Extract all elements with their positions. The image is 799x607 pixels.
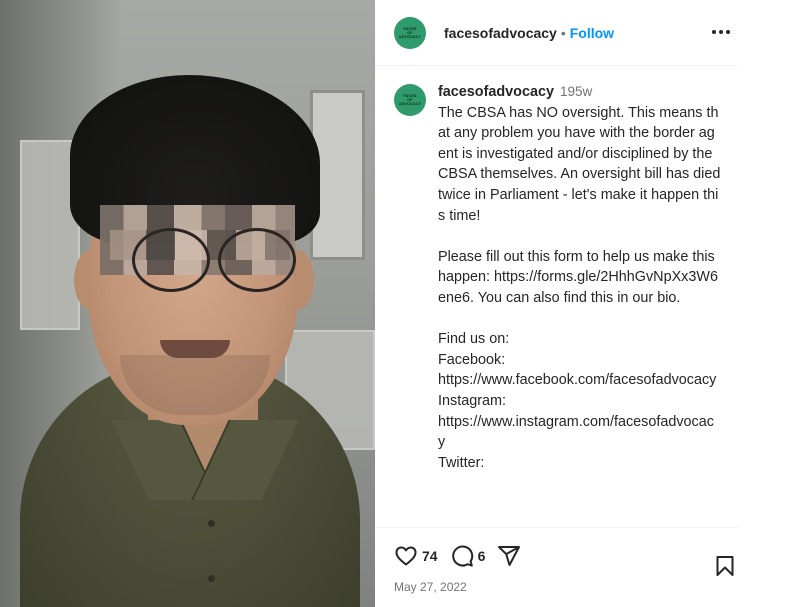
person-mouth <box>160 340 230 358</box>
like-button[interactable]: 74 <box>394 544 438 568</box>
post-media[interactable] <box>0 0 375 607</box>
follow-button[interactable]: Follow <box>570 25 614 41</box>
post-header: FACES OF ADVOCACY facesofadvocacy • Foll… <box>375 0 737 66</box>
caption-body: facesofadvocacy 195w The CBSA has NO over… <box>438 82 721 527</box>
share-button[interactable] <box>497 544 521 568</box>
header-separator: • <box>560 24 566 41</box>
caption-username[interactable]: facesofadvocacy <box>438 84 554 100</box>
like-count[interactable]: 74 <box>422 548 438 564</box>
shirt-button <box>208 520 215 527</box>
avatar[interactable]: FACES OF ADVOCACY <box>394 16 426 49</box>
bookmark-icon <box>716 556 734 576</box>
avatar-text: ADVOCACY <box>398 102 422 106</box>
more-options-icon[interactable] <box>707 20 735 44</box>
caption-section: FACES OF ADVOCACY facesofadvocacy 195w Th… <box>375 66 737 527</box>
glasses-lens <box>132 228 210 292</box>
comment-count[interactable]: 6 <box>478 548 486 564</box>
caption-paragraph: facesofadvocacy 195w The CBSA has NO over… <box>438 82 721 226</box>
caption-paragraph: Please fill out this form to help us mak… <box>438 248 719 306</box>
comment-button[interactable]: 6 <box>450 544 486 568</box>
caption-avatar[interactable]: FACES OF ADVOCACY <box>394 84 426 116</box>
action-row: 74 6 <box>394 541 737 576</box>
share-icon <box>498 546 521 566</box>
post-date[interactable]: May 27, 2022 <box>394 580 467 594</box>
caption-paragraph: Find us on: Facebook: https://www.facebo… <box>438 331 717 471</box>
page-margin <box>737 0 799 607</box>
heart-icon <box>395 546 417 566</box>
avatar-text: ADVOCACY <box>398 34 422 39</box>
shirt-button <box>208 575 215 582</box>
comment-icon <box>451 545 473 567</box>
caption-time[interactable]: 195w <box>560 84 592 99</box>
caption-text: The CBSA has NO oversight. This means th… <box>438 104 725 224</box>
header-username[interactable]: facesofadvocacy <box>444 25 557 41</box>
save-button[interactable] <box>713 554 737 583</box>
post-actions: 74 6 May 27, 2022 <box>375 527 737 607</box>
glasses-lens <box>218 228 296 292</box>
